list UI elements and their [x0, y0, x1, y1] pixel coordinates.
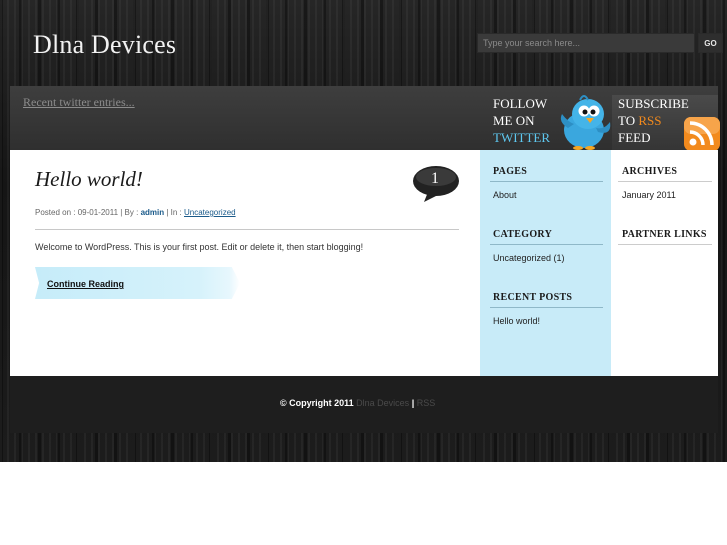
post-title[interactable]: Hello world! [35, 167, 143, 192]
post-author-link[interactable]: admin [141, 208, 165, 217]
category-link-uncategorized[interactable]: Uncategorized (1) [493, 253, 565, 263]
post-meta-in: | In : [164, 208, 184, 217]
recent-post-link[interactable]: Hello world! [493, 316, 540, 326]
recent-posts-rule [490, 307, 603, 308]
site-title[interactable]: Dlna Devices [33, 30, 176, 60]
pages-heading: PAGES [493, 166, 528, 177]
footer: © Copyright 2011 Dlna Devices | RSS [10, 376, 718, 433]
archive-link-january-2011[interactable]: January 2011 [622, 190, 676, 200]
footer-copyright: © Copyright 2011 Dlna Devices | RSS [280, 398, 435, 408]
partner-links-heading: PARTNER LINKS [622, 229, 707, 240]
pages-rule [490, 181, 603, 182]
archives-heading: ARCHIVES [622, 166, 678, 177]
recent-twitter-entries-link[interactable]: Recent twitter entries... [23, 95, 135, 110]
rss-icon[interactable] [684, 117, 720, 151]
category-rule [490, 244, 603, 245]
subscribe-rss-feed[interactable]: SUBSCRIBE TO RSS FEED [612, 95, 720, 151]
footer-rss-link[interactable]: RSS [417, 398, 436, 408]
subscribe-line-1: SUBSCRIBE [618, 96, 689, 111]
sidebar-left: PAGES About CATEGORY Uncategorized (1) R… [480, 150, 611, 376]
footer-site-link[interactable]: Dlna Devices [356, 398, 409, 408]
comment-count[interactable]: 1 [412, 170, 458, 188]
subscribe-line-2-prefix: TO [618, 113, 639, 128]
continue-reading-link[interactable]: Continue Reading [47, 279, 124, 289]
post-meta-date: Posted on : 09-01-2011 | By : [35, 208, 141, 217]
page-link-about[interactable]: About [493, 190, 517, 200]
main-content: Hello world! 1 Posted on : 09-01-2011 | … [10, 150, 718, 376]
post-category-link[interactable]: Uncategorized [184, 208, 236, 217]
category-heading: CATEGORY [493, 229, 553, 240]
recent-posts-heading: RECENT POSTS [493, 292, 573, 303]
twitter-bird-icon[interactable] [558, 92, 614, 150]
post-divider [35, 229, 459, 230]
copyright-text: © Copyright 2011 [280, 398, 357, 408]
search-button[interactable]: GO [698, 33, 723, 53]
partner-links-rule [618, 244, 712, 245]
footer-separator: | [409, 398, 417, 408]
archives-rule [618, 181, 712, 182]
subscribe-line-2-rss: RSS [638, 113, 662, 128]
post-body: Welcome to WordPress. This is your first… [35, 242, 364, 252]
search-input[interactable] [477, 33, 695, 53]
twitter-bar: Recent twitter entries... FOLLOW ME ON T… [10, 86, 720, 151]
post-meta: Posted on : 09-01-2011 | By : admin | In… [35, 208, 236, 217]
